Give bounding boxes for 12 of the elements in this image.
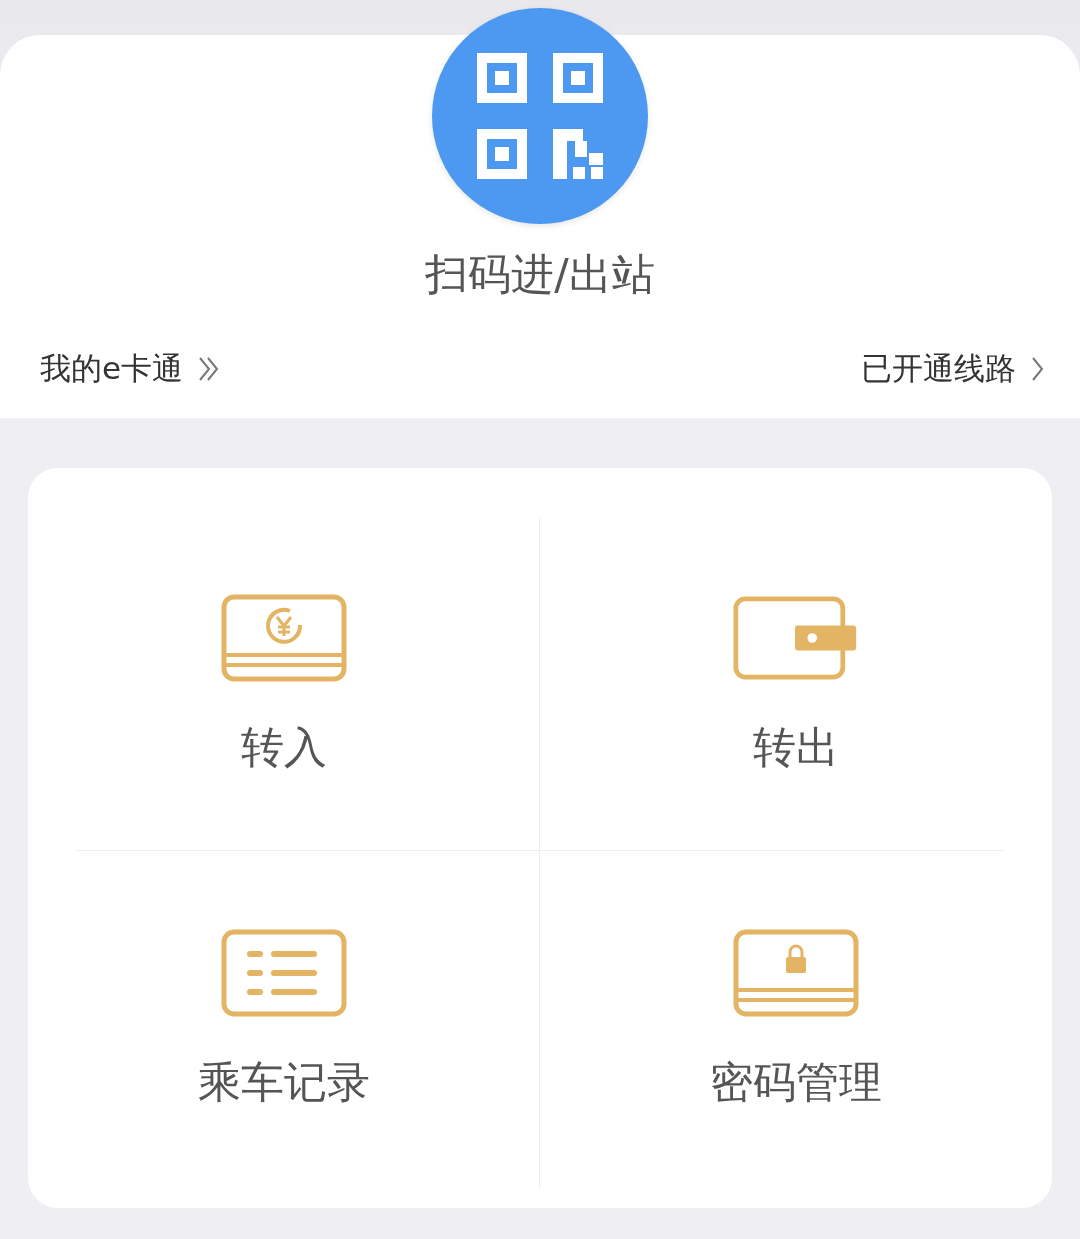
chevron-icon: [1030, 355, 1044, 383]
action-label[interactable]: 乘车记录: [198, 1054, 370, 1112]
action-label[interactable]: 转出: [753, 719, 839, 777]
action-label[interactable]: 转入: [241, 719, 327, 777]
card-coin-icon: [220, 593, 348, 683]
scan-label: 扫码进/出站: [425, 248, 655, 301]
nav-link[interactable]: 已开通线路: [861, 348, 1044, 390]
list-card-icon: [220, 928, 348, 1018]
card-lock-icon: [732, 928, 860, 1018]
action-label[interactable]: 密码管理: [710, 1054, 882, 1112]
qr-code-icon: [477, 53, 603, 179]
nav-link[interactable]: 我的e卡通: [40, 348, 222, 390]
